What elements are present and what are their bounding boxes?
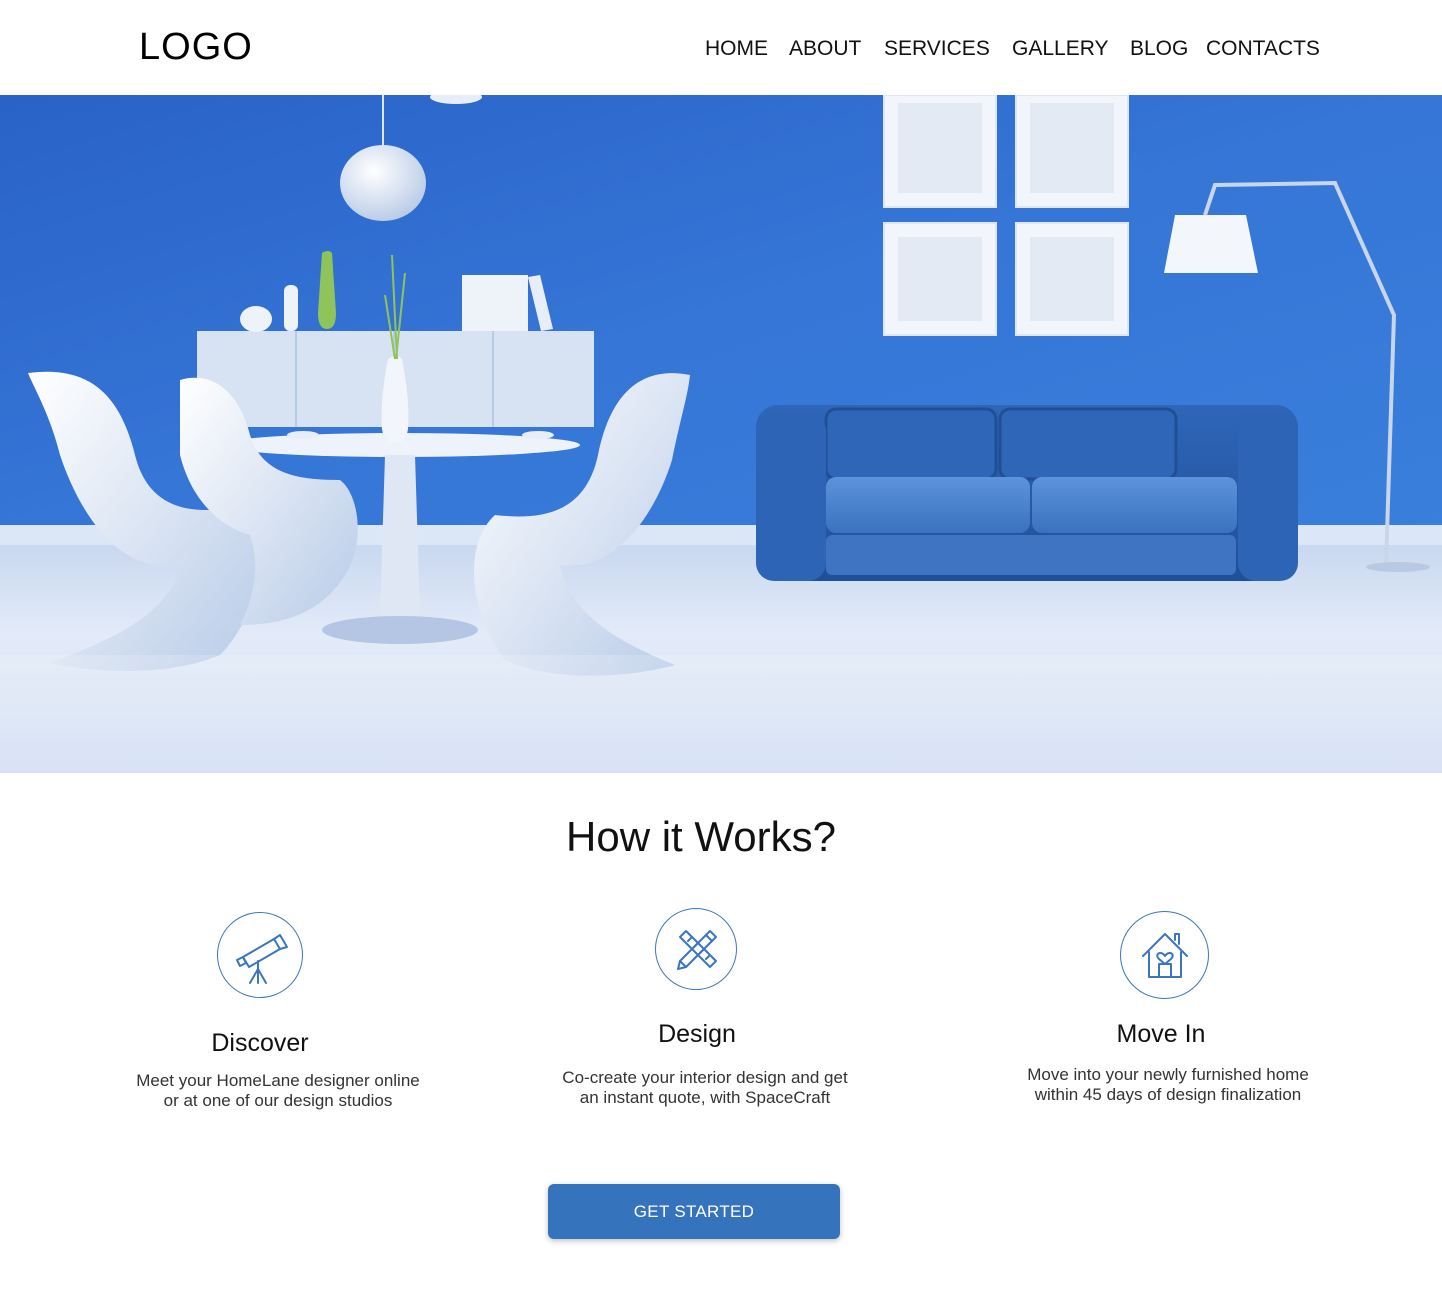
step-desc-line: Meet your HomeLane designer online [136,1071,420,1090]
nav-blog[interactable]: BLOG [1130,37,1188,61]
step-desc-move-in: Move into your newly furnished home with… [1008,1065,1328,1105]
step-desc-line: an instant quote, with SpaceCraft [579,1088,831,1107]
step-title-move-in: Move In [1116,1020,1206,1048]
step-desc-line: within 45 days of design finalization [1034,1085,1302,1104]
nav-gallery[interactable]: GALLERY [1012,37,1109,61]
hero-image [0,95,1442,773]
get-started-button[interactable]: GET STARTED [548,1184,840,1239]
nav-about[interactable]: ABOUT [789,37,861,61]
site-header: LOGO HOME ABOUT SERVICES GALLERY BLOG CO… [0,0,1442,95]
step-title-discover: Discover [211,1029,309,1057]
step-desc-discover: Meet your HomeLane designer online or at… [118,1071,438,1111]
step-desc-line: or at one of our design studios [163,1091,393,1110]
home-heart-icon [1120,911,1209,999]
telescope-icon [217,912,303,998]
nav-services[interactable]: SERVICES [884,37,990,61]
step-desc-line: Co-create your interior design and get [562,1068,848,1087]
step-desc-design: Co-create your interior design and get a… [545,1068,865,1108]
step-title-design: Design [658,1020,736,1048]
pencil-ruler-icon [655,908,737,990]
site-logo[interactable]: LOGO [139,27,253,67]
hero-interior-illustration [0,95,1442,773]
step-desc-line: Move into your newly furnished home [1027,1065,1309,1084]
how-it-works-title: How it Works? [566,813,836,860]
nav-home[interactable]: HOME [705,37,768,61]
nav-contacts[interactable]: CONTACTS [1206,37,1320,61]
